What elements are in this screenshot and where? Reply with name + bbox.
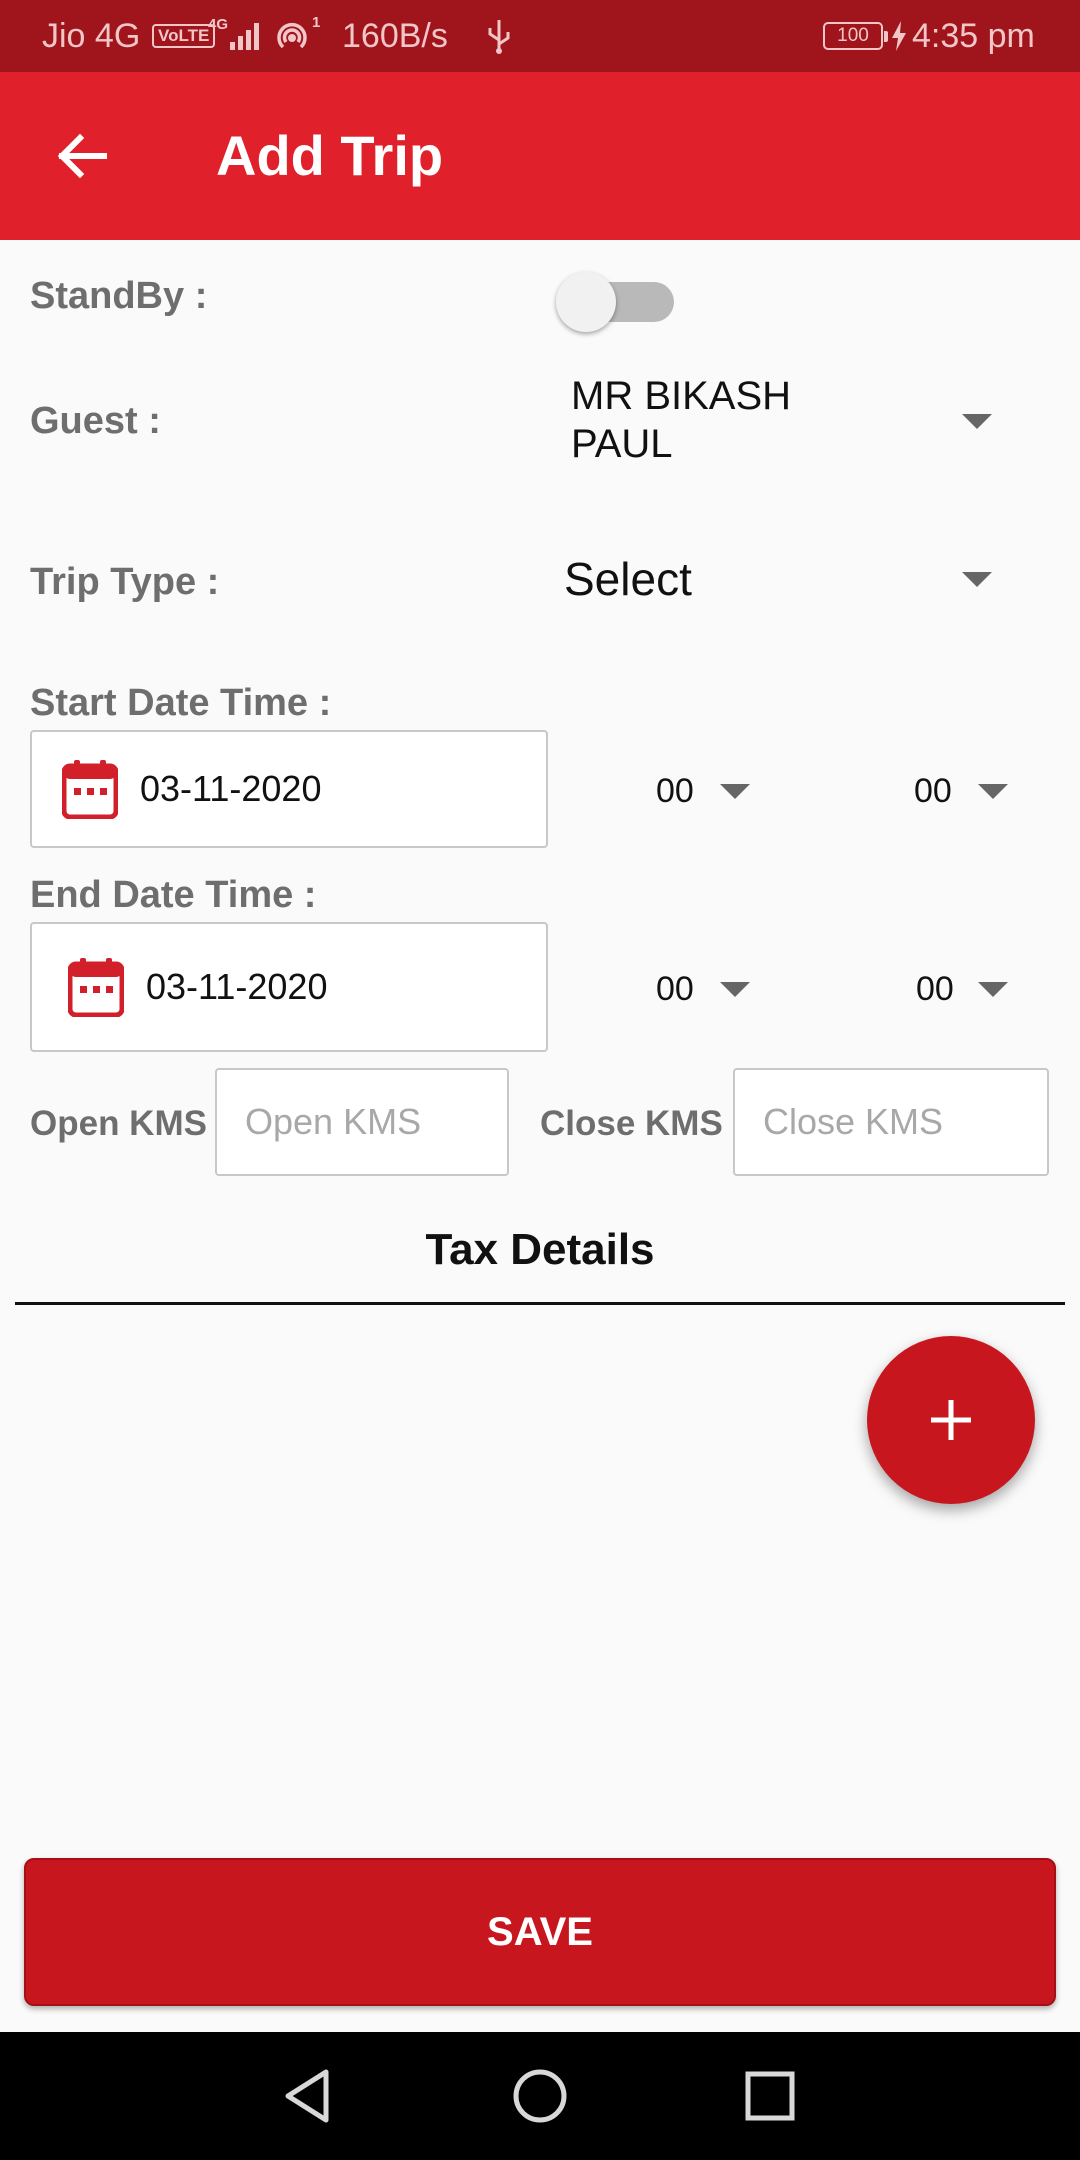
- start-minute-dropdown[interactable]: 00: [914, 762, 1044, 822]
- data-rate-label: 160B/s: [342, 17, 448, 55]
- hotspot-count: 1: [312, 14, 321, 31]
- end-minute-value: 00: [916, 970, 954, 1008]
- trip-type-dropdown[interactable]: Select: [556, 540, 1026, 620]
- standby-toggle[interactable]: [556, 270, 682, 334]
- standby-label: StandBy :: [30, 275, 208, 317]
- start-minute-value: 00: [914, 772, 952, 810]
- recents-square-icon[interactable]: [740, 2066, 800, 2126]
- close-kms-input[interactable]: [733, 1068, 1049, 1176]
- chevron-down-icon: [978, 982, 1008, 997]
- clock: 4:35 pm: [912, 17, 1035, 55]
- chevron-down-icon: [720, 982, 750, 997]
- charging-icon: [892, 21, 906, 51]
- end-datetime-label: End Date Time :: [30, 874, 317, 916]
- app-bar: Add Trip: [0, 72, 1080, 240]
- chevron-down-icon: [962, 414, 992, 429]
- arrow-left-icon: [57, 133, 107, 179]
- save-button[interactable]: SAVE: [24, 1858, 1056, 2006]
- start-hour-value: 00: [656, 772, 694, 810]
- carrier-label: Jio 4G: [42, 17, 141, 55]
- guest-dropdown[interactable]: MR BIKASH PAUL: [556, 366, 1026, 476]
- close-kms-label: Close KMS: [540, 1104, 723, 1143]
- battery-icon: 100: [823, 22, 888, 50]
- start-hour-dropdown[interactable]: 00: [656, 762, 786, 822]
- home-circle-icon[interactable]: [510, 2066, 570, 2126]
- plus-icon: [931, 1400, 971, 1440]
- calendar-icon: [68, 958, 124, 1017]
- end-date-value: 03-11-2020: [146, 966, 328, 1007]
- trip-type-label: Trip Type :: [30, 561, 220, 603]
- back-button[interactable]: [40, 114, 124, 198]
- chevron-down-icon: [962, 572, 992, 587]
- system-nav-bar: [0, 2032, 1080, 2160]
- section-divider: [15, 1302, 1065, 1305]
- toggle-thumb: [556, 272, 616, 332]
- open-kms-input[interactable]: [215, 1068, 509, 1176]
- network-type-label: 4G: [208, 16, 229, 33]
- page-title: Add Trip: [216, 124, 444, 187]
- chevron-down-icon: [720, 784, 750, 799]
- guest-label: Guest :: [30, 400, 161, 442]
- start-datetime-label: Start Date Time :: [30, 682, 332, 724]
- back-triangle-icon[interactable]: [278, 2066, 338, 2126]
- start-date-field[interactable]: 03-11-2020: [30, 730, 548, 848]
- add-tax-button[interactable]: [867, 1336, 1035, 1504]
- signal-icon: [230, 23, 259, 50]
- tax-details-title: Tax Details: [425, 1225, 655, 1274]
- trip-type-value: Select: [564, 553, 692, 605]
- guest-value: MR BIKASH PAUL: [571, 374, 792, 466]
- volte-badge: VoLTE: [152, 24, 216, 48]
- open-kms-label: Open KMS: [30, 1104, 207, 1143]
- end-date-field[interactable]: 03-11-2020: [30, 922, 548, 1052]
- end-hour-dropdown[interactable]: 00: [656, 960, 786, 1020]
- usb-icon: [488, 20, 510, 54]
- status-bar: Jio 4G VoLTE 4G 1 160B/s 100 4:35 pm: [0, 0, 1080, 72]
- end-minute-dropdown[interactable]: 00: [916, 960, 1046, 1020]
- hotspot-icon: [277, 22, 307, 49]
- chevron-down-icon: [978, 784, 1008, 799]
- end-hour-value: 00: [656, 970, 694, 1008]
- calendar-icon: [62, 760, 118, 819]
- start-date-value: 03-11-2020: [140, 768, 322, 809]
